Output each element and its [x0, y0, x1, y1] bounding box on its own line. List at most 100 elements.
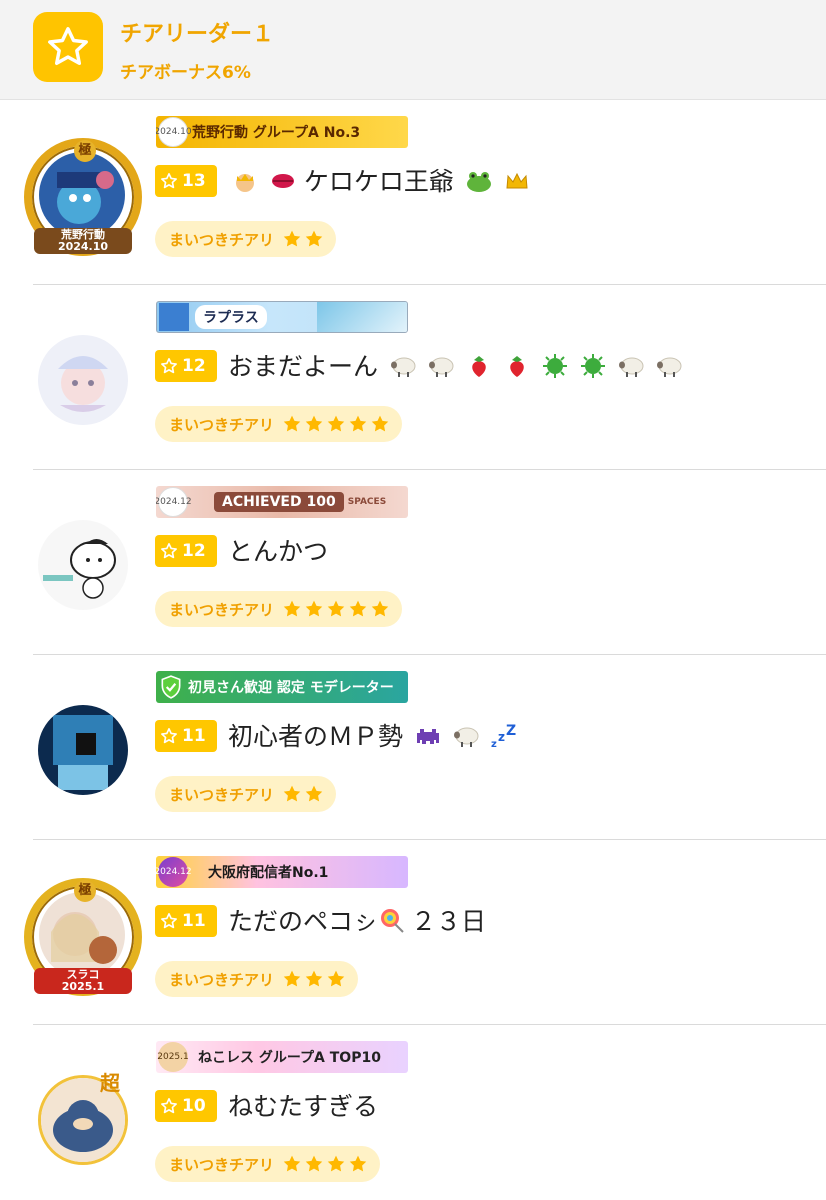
- avatar[interactable]: [38, 335, 128, 425]
- crown-emoji-icon: [506, 172, 528, 189]
- star-icon: [283, 785, 301, 802]
- achievement-badge[interactable]: 2025.1 ねこレス グループA TOP10: [156, 1041, 408, 1073]
- star-icon: [161, 173, 177, 189]
- strawberry-emoji-icon: [472, 356, 486, 377]
- star-icon: [161, 543, 177, 559]
- star-icon: [371, 600, 389, 617]
- avatar[interactable]: [39, 152, 125, 238]
- svg-text:Z: Z: [506, 723, 516, 739]
- star-icon: [305, 785, 323, 802]
- frame-mark: 極: [74, 140, 96, 162]
- list-item[interactable]: 2024.12 ACHIEVED 100 SPACES 12 とんかつ まいつき…: [0, 470, 826, 655]
- badge-title: ラプラス: [195, 305, 267, 329]
- badge-date: 2024.12: [156, 487, 192, 517]
- star-icon: [349, 415, 367, 432]
- star-icon: [283, 970, 301, 987]
- star-icon: [161, 1098, 177, 1114]
- strawberry-emoji-icon: [510, 356, 524, 377]
- monthly-cheer-pill: まいつきチアリ: [155, 406, 403, 442]
- achievement-badge[interactable]: 2024.10 荒野行動 グループA No.3: [156, 116, 408, 148]
- star-icon: [371, 415, 389, 432]
- star-icon: [305, 415, 323, 432]
- sheep-emoji-icon: [428, 357, 454, 377]
- list-item[interactable]: スラコ 2025.1 極 2024.12 大阪府配信者No.1 11 ただのペコㇱ…: [0, 840, 826, 1025]
- level-badge: 12: [155, 535, 217, 567]
- list-item[interactable]: 初見さん歓迎 認定 モデレーター 11 初心者のＭＰ勢 zzZ まいつきチアリ: [0, 655, 826, 840]
- list-item[interactable]: 超 2025.1 ねこレス グループA TOP10 10 ねむたすぎる まいつき…: [0, 1025, 826, 1200]
- username[interactable]: ケロケロ王爺: [228, 162, 530, 198]
- username[interactable]: ねむたすぎる: [228, 1087, 378, 1123]
- frame-ribbon: 荒野行動 2024.10: [34, 228, 132, 254]
- cheerleader-header: チアリーダー１ チアボーナス6%: [0, 0, 826, 100]
- star-icon: [305, 600, 323, 617]
- svg-text:z: z: [491, 739, 497, 749]
- badge-subtitle: SPACES: [347, 497, 387, 507]
- cheer-bonus: チアボーナス6%: [120, 63, 251, 83]
- star-icon: [305, 230, 323, 247]
- frog-emoji-icon: [466, 172, 491, 192]
- badge-title: ねこレス グループA TOP10: [198, 1050, 381, 1066]
- achievement-badge[interactable]: ラプラス: [156, 301, 408, 333]
- lips-emoji-icon: [271, 174, 294, 188]
- badge-title: 初見さん歓迎 認定 モデレーター: [188, 680, 394, 696]
- svg-text:z: z: [498, 730, 505, 744]
- star-icon: [283, 1155, 301, 1172]
- star-icon: [305, 970, 323, 987]
- username[interactable]: おまだよーん: [228, 347, 682, 383]
- list-item[interactable]: ラプラス 12 おまだよーん まいつきチアリ: [0, 285, 826, 470]
- star-icon: [349, 600, 367, 617]
- level-badge: 13: [155, 165, 217, 197]
- badge-date: 2024.10: [156, 117, 192, 147]
- star-icon: [327, 415, 345, 432]
- badge-title: 大阪府配信者No.1: [208, 865, 329, 881]
- achievement-badge[interactable]: 初見さん歓迎 認定 モデレーター: [156, 671, 408, 703]
- monthly-cheer-pill: まいつきチアリ: [155, 961, 359, 997]
- zzz-emoji-icon: zz Z: [491, 723, 516, 749]
- badge-title: 荒野行動 グループA No.3: [192, 125, 361, 141]
- princess-emoji-icon: [236, 174, 254, 192]
- card-art: [159, 303, 189, 331]
- avatar[interactable]: [38, 705, 128, 795]
- shield-check-icon: [161, 675, 181, 699]
- star-icon: [283, 600, 301, 617]
- star-icon: [283, 415, 301, 432]
- lollipop-emoji-icon: [381, 909, 404, 933]
- star-icon: [161, 913, 177, 929]
- star-icon: [33, 12, 103, 82]
- star-icon: [283, 230, 301, 247]
- star-icon: [327, 600, 345, 617]
- alien-monster-emoji-icon: [416, 729, 439, 744]
- level-badge: 11: [155, 720, 217, 752]
- monthly-cheer-pill: まいつきチアリ: [155, 1146, 381, 1182]
- list-item[interactable]: 荒野行動 2024.10 極 2024.10 荒野行動 グループA No.3 13…: [0, 100, 826, 285]
- username[interactable]: 初心者のＭＰ勢 zzZ: [228, 717, 517, 753]
- level-badge: 10: [155, 1090, 217, 1122]
- star-icon: [349, 1155, 367, 1172]
- achievement-badge[interactable]: 2024.12 大阪府配信者No.1: [156, 856, 408, 888]
- level-badge: 11: [155, 905, 217, 937]
- avatar[interactable]: [39, 892, 125, 978]
- star-icon: [161, 728, 177, 744]
- star-icon: [161, 358, 177, 374]
- badge-title: ACHIEVED 100: [214, 492, 344, 512]
- star-icon: [305, 1155, 323, 1172]
- sheep-emoji-icon: [618, 357, 644, 377]
- frame-ribbon: スラコ 2025.1: [34, 968, 132, 994]
- avatar[interactable]: [38, 520, 128, 610]
- frame-mark: 超: [100, 1071, 120, 1095]
- monthly-cheer-pill: まいつきチアリ: [155, 591, 403, 627]
- microbe-emoji-icon: [580, 354, 605, 378]
- rank-title: チアリーダー１: [120, 22, 275, 47]
- star-icon: [327, 1155, 345, 1172]
- username[interactable]: とんかつ: [228, 532, 328, 568]
- badge-date: 2025.1: [157, 1042, 189, 1072]
- microbe-emoji-icon: [542, 354, 567, 378]
- card-art: [317, 302, 407, 332]
- sheep-emoji-icon: [656, 357, 682, 377]
- sheep-emoji-icon: [453, 727, 479, 747]
- monthly-cheer-pill: まいつきチアリ: [155, 776, 337, 812]
- monthly-cheer-pill: まいつきチアリ: [155, 221, 337, 257]
- achievement-badge[interactable]: 2024.12 ACHIEVED 100 SPACES: [156, 486, 408, 518]
- username[interactable]: ただのペコㇱ ２３日: [228, 902, 486, 938]
- sheep-emoji-icon: [390, 357, 416, 377]
